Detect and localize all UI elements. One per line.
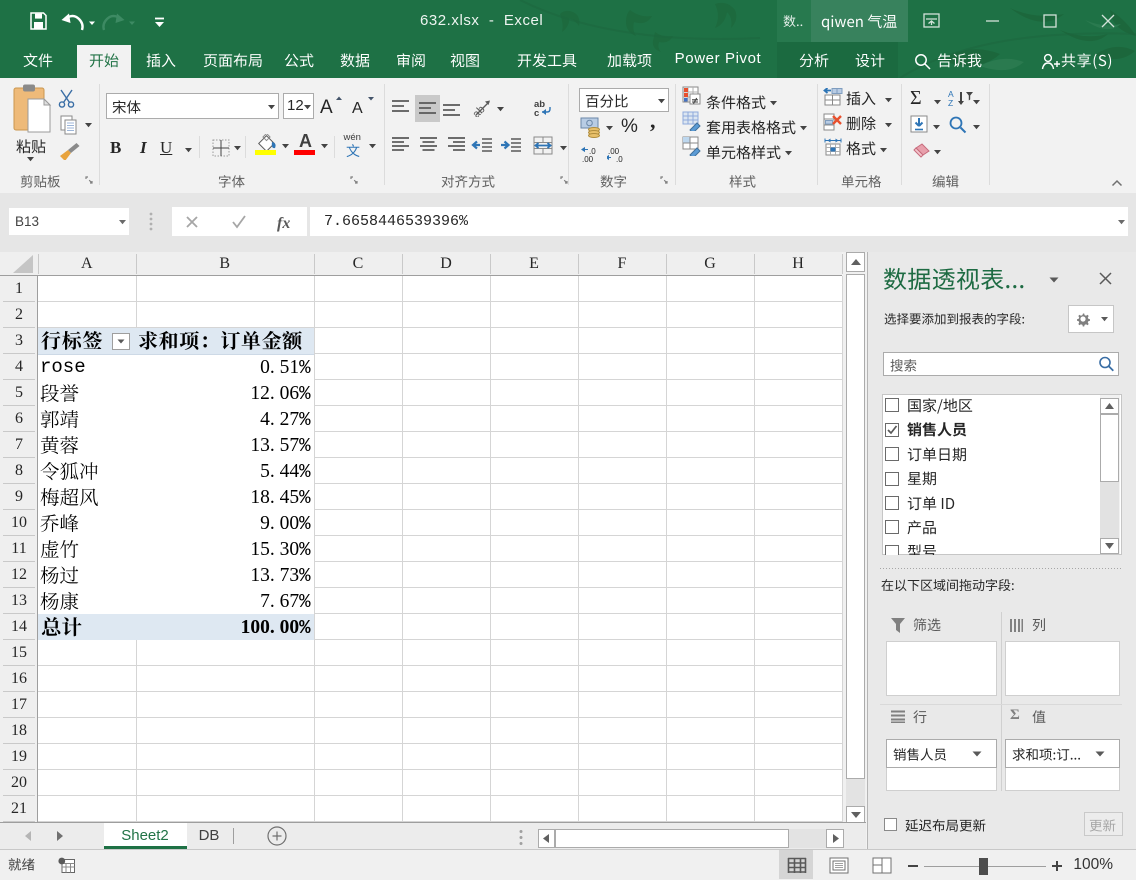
- svg-text:c: c: [534, 108, 539, 117]
- svg-text:.0: .0: [616, 155, 623, 162]
- svg-text:Z: Z: [948, 98, 953, 107]
- svg-text:A: A: [320, 97, 333, 118]
- svg-text:A: A: [352, 100, 363, 117]
- svg-text:fx: fx: [277, 215, 290, 232]
- svg-text:.00: .00: [582, 155, 594, 162]
